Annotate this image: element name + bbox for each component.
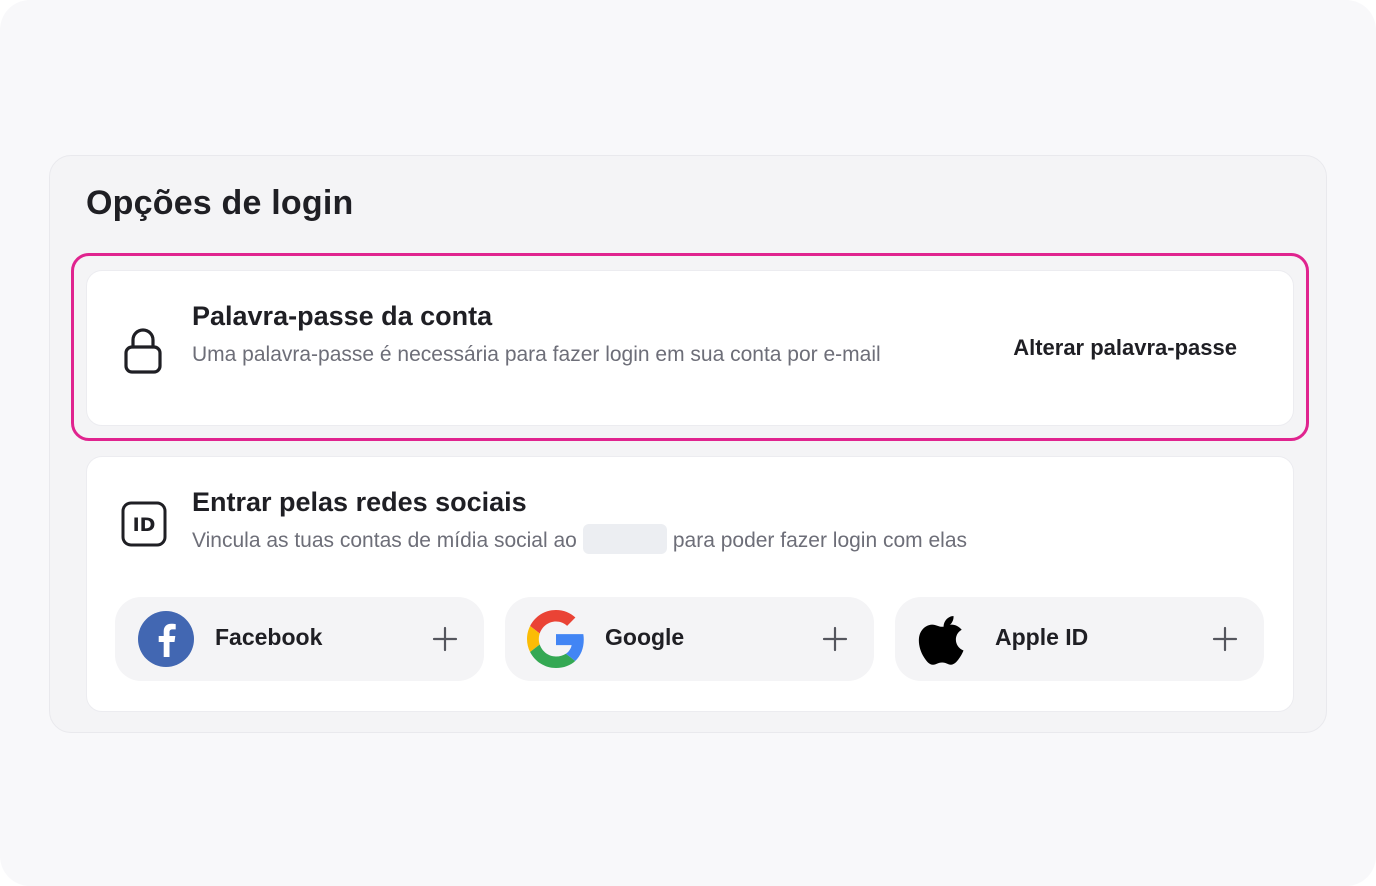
google-link-button[interactable]: Google: [505, 597, 874, 681]
social-description-end: para poder fazer login com elas: [672, 529, 968, 552]
svg-text:ID: ID: [133, 514, 156, 536]
facebook-label: Facebook: [215, 624, 323, 650]
google-icon: [527, 610, 585, 668]
google-label: Google: [605, 624, 685, 650]
social-login-card: ID Entrar pelas redes sociais Vincula as…: [86, 456, 1294, 712]
lock-icon: [123, 327, 163, 375]
plus-icon: [822, 626, 848, 652]
account-password-card: Palavra-passe da conta Uma palavra-passe…: [86, 270, 1294, 426]
social-heading: Entrar pelas redes sociais: [192, 487, 527, 517]
login-options-panel: Opções de login Palavra-passe da conta U…: [49, 155, 1327, 733]
plus-icon: [432, 626, 458, 652]
plus-icon: [1212, 626, 1238, 652]
apple-icon: [917, 610, 975, 668]
change-password-button[interactable]: Alterar palavra-passe: [1013, 335, 1237, 361]
facebook-link-button[interactable]: Facebook: [115, 597, 484, 681]
social-description: Vincula as tuas contas de mídia social a…: [192, 524, 968, 555]
social-description-start: Vincula as tuas contas de mídia social a…: [192, 529, 577, 552]
facebook-icon: [137, 610, 195, 668]
password-description: Uma palavra-passe é necessária para faze…: [192, 343, 881, 366]
apple-id-link-button[interactable]: Apple ID: [895, 597, 1264, 681]
page-background: Opções de login Palavra-passe da conta U…: [0, 0, 1376, 886]
redacted-brand: [582, 524, 667, 555]
page-title: Opções de login: [86, 184, 354, 222]
password-heading: Palavra-passe da conta: [192, 301, 493, 331]
id-card-icon: ID: [121, 501, 167, 547]
apple-id-label: Apple ID: [995, 624, 1089, 650]
